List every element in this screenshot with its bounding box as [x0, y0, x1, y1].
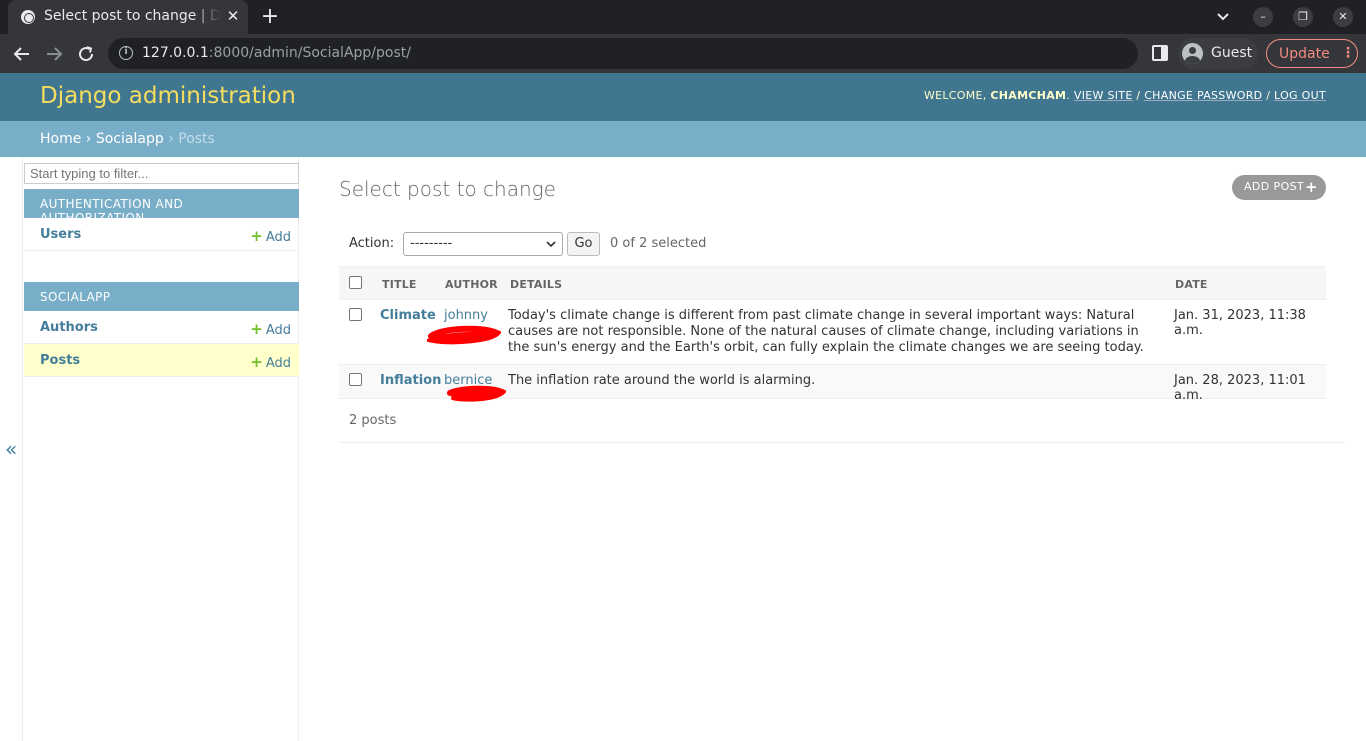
- profile-button[interactable]: Guest: [1178, 38, 1258, 69]
- module-caption-socialapp[interactable]: SOCIALAPP: [24, 282, 299, 311]
- minimize-button[interactable]: –: [1253, 7, 1273, 27]
- post-details: Today's climate change is different from…: [508, 308, 1144, 355]
- breadcrumb-home[interactable]: Home: [40, 131, 81, 147]
- go-button[interactable]: Go: [567, 232, 600, 256]
- tab-close-icon[interactable]: ✕: [224, 7, 242, 25]
- results-table: TITLE AUTHOR DETAILS DATE Climate johnny…: [339, 266, 1326, 403]
- page-title: Select post to change: [339, 177, 556, 201]
- log-out-link[interactable]: LOG OUT: [1274, 89, 1326, 102]
- add-post-link[interactable]: + Add: [250, 353, 291, 371]
- add-post-button[interactable]: ADD POST +: [1232, 175, 1326, 200]
- plus-icon: +: [250, 227, 263, 245]
- user-tools: WELCOME, CHAMCHAM. VIEW SITE / CHANGE PA…: [923, 89, 1326, 102]
- module-caption-auth[interactable]: AUTHENTICATION AND AUTHORIZATION: [24, 189, 299, 225]
- chevron-down-icon: [546, 241, 556, 248]
- plus-icon: +: [1305, 178, 1318, 196]
- nav-sidebar: AUTHENTICATION AND AUTHORIZATION Users +…: [22, 157, 299, 741]
- table-row: Inflation bernice The inflation rate aro…: [339, 365, 1326, 403]
- change-password-link[interactable]: CHANGE PASSWORD: [1144, 89, 1262, 102]
- row-checkbox[interactable]: [349, 308, 362, 321]
- update-label: Update: [1279, 46, 1330, 62]
- table-header: TITLE AUTHOR DETAILS DATE: [339, 266, 1326, 300]
- update-button[interactable]: Update ⋮: [1266, 39, 1358, 68]
- site-branding[interactable]: Django administration: [40, 83, 296, 109]
- post-title-link[interactable]: Inflation: [380, 373, 441, 388]
- breadcrumb: Home › Socialapp › Posts: [0, 121, 1366, 157]
- window-close-button[interactable]: ✕: [1333, 7, 1353, 27]
- tab-search-chevron-icon[interactable]: [1213, 7, 1233, 27]
- row-checkbox[interactable]: [349, 373, 362, 386]
- reload-icon[interactable]: [74, 42, 98, 66]
- select-all-checkbox[interactable]: [349, 276, 362, 289]
- add-author-link[interactable]: + Add: [250, 320, 291, 338]
- posts-link[interactable]: Posts: [40, 353, 80, 368]
- column-details[interactable]: DETAILS: [510, 278, 562, 291]
- post-date: Jan. 31, 2023, 11:38 a.m.: [1174, 308, 1306, 338]
- actions-bar: Action: --------- Go 0 of 2 selected: [339, 228, 1326, 260]
- browser-tab[interactable]: Select post to change | Django site admi…: [8, 0, 248, 34]
- sidebar-item-posts: Posts + Add: [24, 344, 299, 377]
- address-bar[interactable]: i 127.0.0.1:8000/admin/SocialApp/post/: [108, 38, 1138, 69]
- sidebar-item-users: Users + Add: [24, 218, 299, 251]
- back-arrow-icon[interactable]: [10, 42, 34, 66]
- post-date: Jan. 28, 2023, 11:01 a.m.: [1174, 373, 1306, 403]
- post-title-link[interactable]: Climate: [380, 308, 436, 323]
- globe-icon: [21, 10, 35, 24]
- action-select[interactable]: ---------: [403, 232, 563, 256]
- side-panel-icon[interactable]: [1152, 45, 1168, 61]
- breadcrumb-current: Posts: [178, 131, 215, 147]
- breadcrumb-socialapp[interactable]: Socialapp: [96, 131, 164, 147]
- author-link[interactable]: johnny: [444, 308, 488, 323]
- welcome-text: WELCOME,: [923, 89, 987, 102]
- view-site-link[interactable]: VIEW SITE: [1074, 89, 1133, 102]
- post-details: The inflation rate around the world is a…: [508, 373, 816, 388]
- browser-tab-strip: Select post to change | Django site admi…: [0, 0, 1366, 34]
- forward-arrow-icon[interactable]: [42, 42, 66, 66]
- add-user-link[interactable]: + Add: [250, 227, 291, 245]
- plus-icon: +: [250, 320, 263, 338]
- table-row: Climate johnny Today's climate change is…: [339, 300, 1326, 365]
- new-tab-button[interactable]: +: [258, 5, 282, 29]
- column-author[interactable]: AUTHOR: [445, 278, 498, 291]
- plus-icon: +: [250, 353, 263, 371]
- result-count: 2 posts: [349, 413, 397, 428]
- nav-filter-input[interactable]: [24, 163, 299, 184]
- username: CHAMCHAM: [990, 89, 1067, 102]
- tab-title: Select post to change | Django site admi…: [44, 8, 220, 24]
- browser-toolbar: i 127.0.0.1:8000/admin/SocialApp/post/ G…: [0, 34, 1366, 73]
- kebab-menu-icon[interactable]: ⋮: [1341, 45, 1355, 61]
- action-label: Action:: [349, 236, 395, 251]
- red-scribble-annotation: [427, 325, 501, 345]
- paginator: 2 posts: [339, 400, 1346, 443]
- restore-button[interactable]: ❐: [1293, 7, 1313, 27]
- column-date[interactable]: DATE: [1175, 278, 1208, 291]
- authors-link[interactable]: Authors: [40, 320, 98, 335]
- profile-label: Guest: [1211, 45, 1253, 61]
- site-info-icon[interactable]: i: [119, 46, 133, 60]
- sidebar-item-authors: Authors + Add: [24, 311, 299, 344]
- url-text: 127.0.0.1:8000/admin/SocialApp/post/: [142, 45, 411, 61]
- users-link[interactable]: Users: [40, 227, 81, 242]
- sidebar-collapse-icon[interactable]: «: [5, 437, 17, 461]
- selection-counter: 0 of 2 selected: [610, 236, 707, 251]
- guest-avatar-icon: [1182, 43, 1203, 64]
- admin-header: Django administration WELCOME, CHAMCHAM.…: [0, 73, 1366, 121]
- column-title[interactable]: TITLE: [382, 278, 417, 291]
